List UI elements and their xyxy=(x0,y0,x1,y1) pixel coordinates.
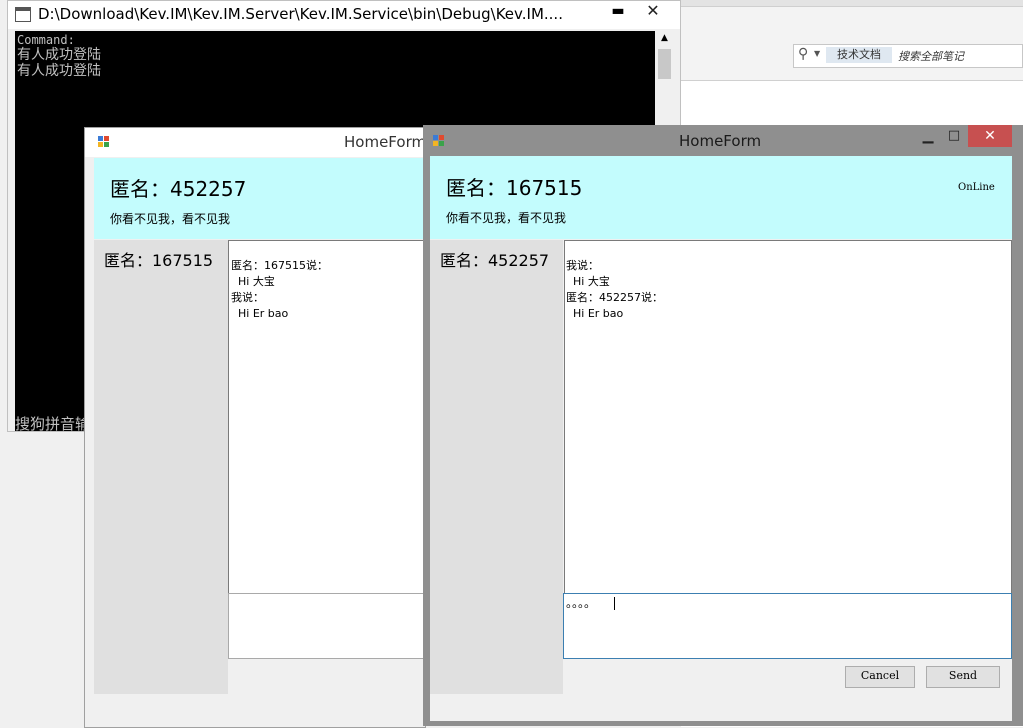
form-titlebar[interactable]: HomeForm ▁ □ ✕ xyxy=(423,125,1023,155)
home-form-back: HomeForm 匿名：452257 你看不见我，看不见我 匿名：167515 … xyxy=(84,127,427,728)
dropdown-arrow-icon[interactable]: ▼ xyxy=(814,49,820,58)
cancel-button[interactable]: Cancel xyxy=(845,666,915,688)
form-titlebar[interactable]: HomeForm xyxy=(85,128,427,157)
minimize-icon[interactable]: ▬ xyxy=(606,3,630,23)
message-input[interactable]: 。。。。 xyxy=(563,593,1012,659)
console-window-icon xyxy=(15,7,31,22)
contact-list: 匿名：167515 xyxy=(94,240,228,694)
console-text: Command: 有人成功登陆 有人成功登陆 xyxy=(17,33,101,79)
contact-list: 匿名：452257 xyxy=(430,240,563,694)
chat-line: 匿名：167515说： xyxy=(231,259,328,272)
close-icon[interactable]: ✕ xyxy=(968,125,1012,147)
form-footer xyxy=(94,694,425,722)
console-titlebar[interactable]: D:\Download\Kev.IM\Kev.IM.Server\Kev.IM.… xyxy=(8,1,680,29)
message-input-text: 。。。。 xyxy=(566,596,597,610)
form-title: HomeForm xyxy=(679,132,762,150)
chat-line: 匿名：452257说： xyxy=(566,291,663,304)
background-title-strip xyxy=(681,0,1023,7)
ime-status-text: 搜狗拼音输 xyxy=(15,415,91,433)
console-line: 有人成功登陆 xyxy=(17,47,101,63)
form-title: HomeForm xyxy=(344,133,427,151)
console-line: Command: xyxy=(17,33,75,47)
status-label: OnLine xyxy=(958,182,995,193)
search-input[interactable]: 搜索全部笔记 xyxy=(898,48,964,64)
contact-item[interactable]: 匿名：452257 xyxy=(440,247,549,271)
chat-messages: 匿名：167515说： Hi 大宝我说： Hi Er bao xyxy=(231,258,328,322)
search-scope-button[interactable]: 技术文档 xyxy=(826,47,892,63)
home-form-front: HomeForm ▁ □ ✕ 匿名：167515 你看不见我，看不见我 OnLi… xyxy=(423,125,1023,726)
scrollbar-thumb[interactable] xyxy=(658,49,671,79)
close-icon[interactable]: ✕ xyxy=(636,1,670,21)
search-icon[interactable]: ⚲ xyxy=(798,46,808,62)
user-header: 匿名：452257 你看不见我，看不见我 xyxy=(94,158,425,239)
form-client-area: 匿名：167515 你看不见我，看不见我 OnLine 匿名：452257 我说… xyxy=(430,156,1012,721)
maximize-icon[interactable]: □ xyxy=(943,128,965,143)
chat-line: Hi Er bao xyxy=(566,307,624,320)
scroll-up-icon[interactable]: ▲ xyxy=(656,33,673,47)
user-header: 匿名：167515 你看不见我，看不见我 OnLine xyxy=(430,156,1012,239)
windows-forms-icon xyxy=(433,135,445,147)
windows-forms-icon xyxy=(98,136,110,148)
user-name: 匿名：452257 xyxy=(110,177,247,201)
chat-line: Hi Er bao xyxy=(231,307,289,320)
minimize-icon[interactable]: ▁ xyxy=(917,128,939,144)
note-search-bar[interactable]: ⚲ ▼ 技术文档 搜索全部笔记 xyxy=(793,44,1023,68)
chat-history[interactable]: 匿名：167515说： Hi 大宝我说： Hi Er bao xyxy=(228,240,427,595)
contact-item[interactable]: 匿名：167515 xyxy=(104,247,213,271)
console-title: D:\Download\Kev.IM\Kev.IM.Server\Kev.IM.… xyxy=(38,5,563,23)
user-signature: 你看不见我，看不见我 xyxy=(446,211,567,225)
chat-history[interactable]: 我说： Hi 大宝匿名：452257说： Hi Er bao xyxy=(564,240,1012,595)
user-signature: 你看不见我，看不见我 xyxy=(110,212,231,226)
text-caret xyxy=(614,597,615,610)
chat-line: 我说： xyxy=(231,291,264,304)
console-line: 有人成功登陆 xyxy=(17,63,101,79)
chat-messages: 我说： Hi 大宝匿名：452257说： Hi Er bao xyxy=(566,258,663,322)
send-button[interactable]: Send xyxy=(926,666,1000,688)
chat-line: Hi 大宝 xyxy=(566,275,610,288)
message-input[interactable] xyxy=(228,593,427,659)
user-name: 匿名：167515 xyxy=(446,176,583,200)
chat-line: Hi 大宝 xyxy=(231,275,275,288)
chat-line: 我说： xyxy=(566,259,599,272)
